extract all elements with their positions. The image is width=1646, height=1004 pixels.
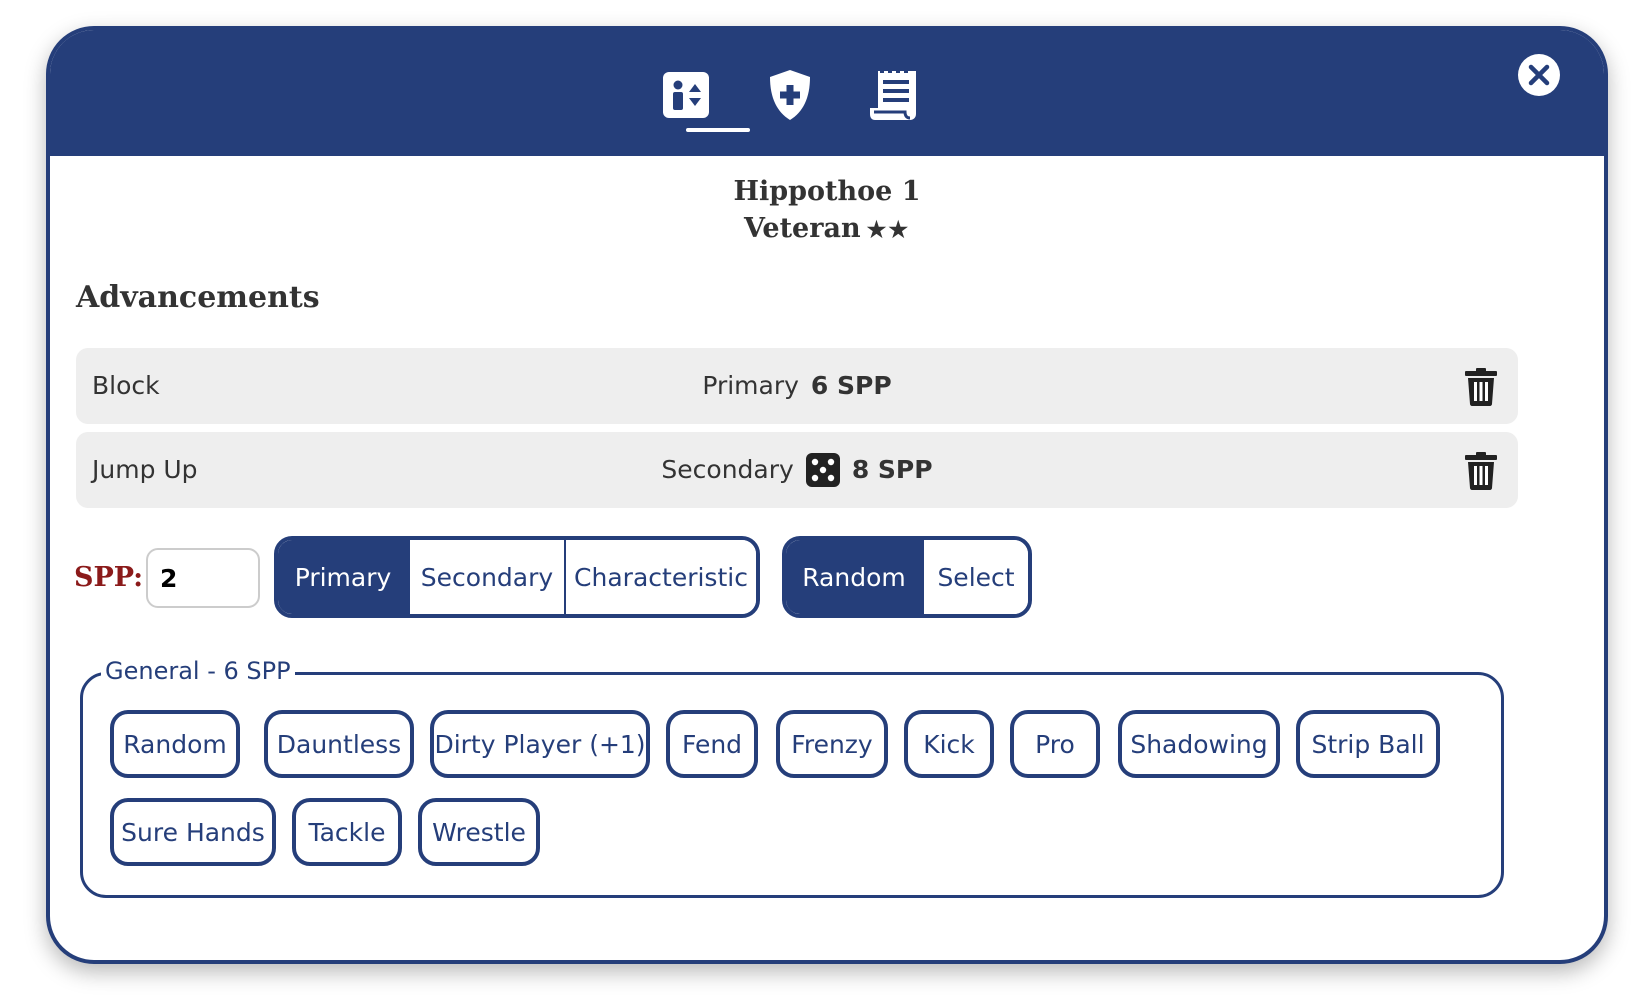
spp-label: SPP: (74, 562, 144, 593)
skill-group-general: General - 6 SPP (80, 657, 1504, 898)
advancement-cost: Primary 6 SPP (76, 348, 1518, 424)
advancement-category: Secondary (661, 455, 794, 484)
shield-plus-icon (770, 70, 810, 120)
skill-button-pro[interactable]: Pro (1010, 710, 1100, 778)
skill-group-legend: General - 6 SPP (101, 657, 295, 685)
method-selector: Random Select (782, 536, 1032, 618)
dice-icon (805, 453, 840, 487)
advancement-spp: 8 SPP (851, 455, 933, 484)
advancement-cost: Secondary 8 SPP (76, 432, 1518, 508)
skill-button-fend[interactable]: Fend (666, 710, 758, 778)
active-tab-indicator (686, 128, 750, 132)
delete-advancement-button[interactable] (1464, 452, 1498, 490)
skill-button-sure-hands[interactable]: Sure Hands (110, 798, 276, 866)
method-random-button[interactable]: Random (786, 540, 922, 614)
player-profile-icon (663, 72, 709, 118)
tab-notes[interactable] (860, 60, 928, 130)
skill-button-shadowing[interactable]: Shadowing (1118, 710, 1280, 778)
skill-button-frenzy[interactable]: Frenzy (776, 710, 888, 778)
method-select-button[interactable]: Select (922, 540, 1028, 614)
player-rank-label: Veteran (743, 213, 861, 244)
category-characteristic-button[interactable]: Characteristic (564, 540, 756, 614)
category-primary-button[interactable]: Primary (278, 540, 408, 614)
skill-button-tackle[interactable]: Tackle (292, 798, 402, 866)
spp-input[interactable] (146, 548, 260, 608)
advancement-spp: 6 SPP (810, 371, 892, 400)
tab-player-profile[interactable] (652, 60, 720, 130)
skill-button-strip-ball[interactable]: Strip Ball (1296, 710, 1440, 778)
modal-header (50, 30, 1604, 156)
close-icon (1528, 64, 1550, 86)
player-name: Hippothoe 1 (733, 176, 921, 207)
advancement-category: Primary (702, 371, 799, 400)
skill-button-dirty-player[interactable]: Dirty Player (+1) (430, 710, 650, 778)
category-secondary-button[interactable]: Secondary (408, 540, 564, 614)
advancements-heading: Advancements (76, 280, 320, 315)
skill-button-dauntless[interactable]: Dauntless (264, 710, 414, 778)
delete-advancement-button[interactable] (1464, 368, 1498, 406)
advancement-skill: Block (92, 371, 160, 400)
player-rank: Veteran ★★ (50, 213, 1604, 244)
advancement-row: Block Primary 6 SPP (76, 348, 1518, 424)
rank-stars: ★★ (866, 217, 911, 243)
scroll-notes-icon (870, 69, 916, 120)
close-button[interactable] (1518, 54, 1560, 96)
advancement-row: Jump Up Secondary 8 SPP (76, 432, 1518, 508)
skill-button-kick[interactable]: Kick (904, 710, 994, 778)
advancement-skill: Jump Up (92, 455, 198, 484)
skill-button-random[interactable]: Random (110, 710, 240, 778)
category-selector: Primary Secondary Characteristic (274, 536, 760, 618)
advancement-modal: Hippothoe 1 Veteran ★★ Advancements Block… (46, 26, 1608, 964)
skill-button-wrestle[interactable]: Wrestle (418, 798, 540, 866)
tab-injuries[interactable] (756, 60, 824, 130)
